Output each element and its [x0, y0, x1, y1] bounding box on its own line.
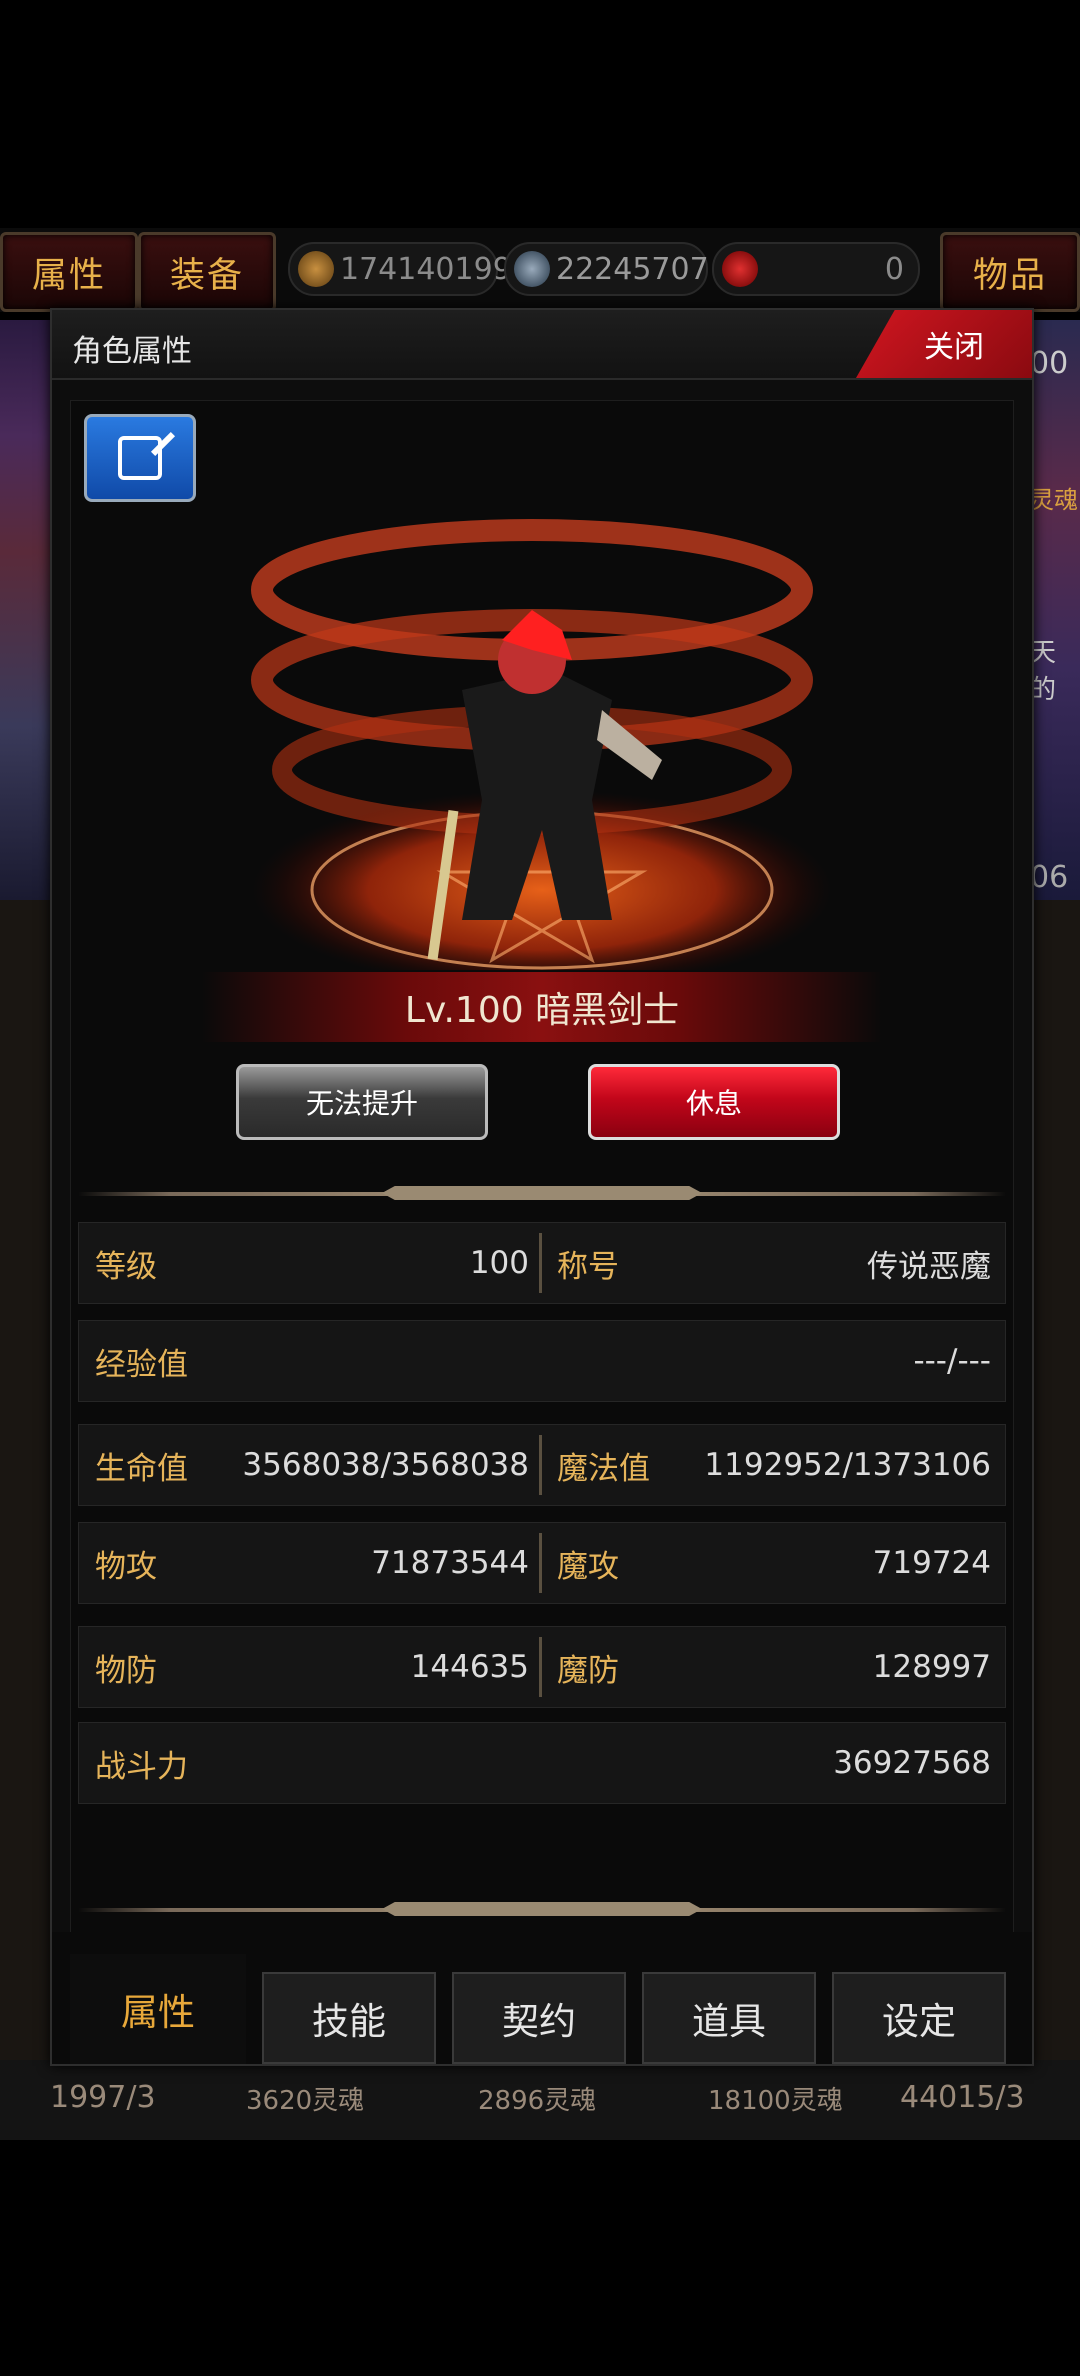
physical-defense-label: 物防 — [95, 1652, 157, 1689]
gold-value: 174140199 — [340, 251, 512, 287]
bottom-stat: 44015/3 — [900, 2080, 1025, 2115]
title-value: 传说恶魔 — [867, 1248, 991, 1285]
hp-label: 生命值 — [95, 1450, 188, 1487]
physical-attack-label: 物攻 — [95, 1548, 157, 1585]
token-value: 0 — [884, 251, 904, 287]
background-text-right: 天的 — [1030, 638, 1057, 705]
physical-defense-value: 144635 — [410, 1649, 529, 1685]
level-label: 等级 — [95, 1248, 157, 1285]
magic-defense-value: 128997 — [872, 1649, 991, 1685]
tab-items[interactable]: 道具 — [642, 1972, 816, 2064]
background-text-right: 00 — [1030, 346, 1069, 381]
combat-power-label: 战斗力 — [95, 1748, 188, 1785]
tab-settings[interactable]: 设定 — [832, 1972, 1006, 2064]
magic-attack-label: 魔攻 — [557, 1548, 619, 1585]
tab-contracts[interactable]: 契约 — [452, 1972, 626, 2064]
bottom-stat: 2896灵魂 — [478, 2086, 597, 2116]
edit-button[interactable] — [84, 414, 196, 502]
token-currency: 0 — [712, 242, 920, 296]
mp-label: 魔法值 — [557, 1450, 650, 1487]
dialog-title: 角色属性 — [72, 334, 192, 369]
stat-row-hp-mp: 生命值 3568038/3568038 魔法值 1192952/1373106 — [78, 1424, 1006, 1506]
top-bar: 属性 装备 174140199 22245707 0 物品 — [0, 228, 1080, 312]
gold-currency: 174140199 — [288, 242, 512, 296]
blue-skull-gem-icon — [514, 251, 550, 287]
hp-value: 3568038/3568038 — [242, 1447, 529, 1483]
character-attributes-dialog: 角色属性 关闭 Lv.100 暗黑剑士 无法提升 休息 等级 100 称号 传说… — [50, 308, 1034, 2066]
top-tab-attributes[interactable]: 属性 — [0, 232, 138, 312]
magic-attack-value: 719724 — [872, 1545, 991, 1581]
tab-skills[interactable]: 技能 — [262, 1972, 436, 2064]
background-text-right: 灵魂 — [1030, 486, 1078, 514]
magic-defense-label: 魔防 — [557, 1652, 619, 1689]
stat-row-defense: 物防 144635 魔防 128997 — [78, 1626, 1006, 1708]
gem-currency: 22245707 — [504, 242, 709, 296]
background-text-right: 06 — [1030, 860, 1069, 895]
stat-row-attack: 物攻 71873544 魔攻 719724 — [78, 1522, 1006, 1604]
character-level-banner: Lv.100 暗黑剑士 — [202, 972, 882, 1042]
physical-attack-value: 71873544 — [371, 1545, 529, 1581]
edit-icon — [118, 436, 162, 480]
close-button[interactable]: 关闭 — [856, 310, 1032, 378]
bottom-stat: 18100灵魂 — [708, 2086, 843, 2116]
exp-label: 经验值 — [95, 1346, 188, 1383]
level-value: 100 — [469, 1245, 529, 1281]
dialog-tab-bar: 属性 技能 契约 道具 设定 — [52, 1932, 1032, 2064]
red-token-icon — [722, 251, 758, 287]
bottom-stat: 1997/3 — [50, 2080, 156, 2115]
top-tab-equipment[interactable]: 装备 — [138, 232, 276, 312]
character-portrait — [232, 500, 852, 990]
dialog-header: 角色属性 关闭 — [52, 310, 1032, 380]
exp-value: ---/--- — [913, 1343, 991, 1379]
divider — [78, 1186, 1006, 1200]
title-label: 称号 — [557, 1248, 619, 1285]
stat-row-exp: 经验值 ---/--- — [78, 1320, 1006, 1402]
gold-coin-icon — [298, 251, 334, 287]
stat-row-power: 战斗力 36927568 — [78, 1722, 1006, 1804]
divider — [78, 1902, 1006, 1916]
background-scene-right — [1028, 320, 1080, 900]
gem-value: 22245707 — [556, 251, 709, 287]
bottom-stat: 3620灵魂 — [246, 2086, 365, 2116]
tab-attributes[interactable]: 属性 — [70, 1954, 246, 2064]
mp-value: 1192952/1373106 — [704, 1447, 991, 1483]
items-button[interactable]: 物品 — [940, 232, 1080, 312]
combat-power-value: 36927568 — [833, 1745, 991, 1781]
character-level-label: Lv.100 暗黑剑士 — [404, 990, 680, 1031]
stat-row-level: 等级 100 称号 传说恶魔 — [78, 1222, 1006, 1304]
background-scene-left — [0, 320, 52, 900]
upgrade-button[interactable]: 无法提升 — [236, 1064, 488, 1140]
rest-button[interactable]: 休息 — [588, 1064, 840, 1140]
